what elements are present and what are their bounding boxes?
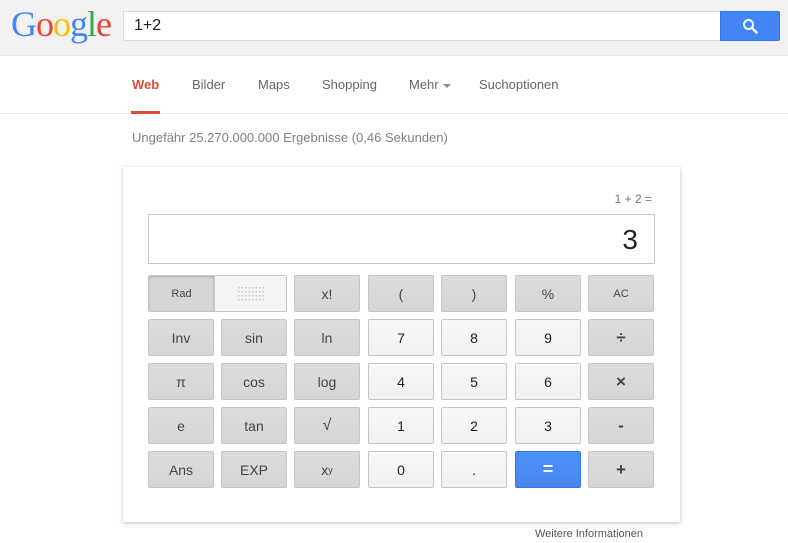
- tab-mehr-label: Mehr: [409, 77, 439, 92]
- results-count: Ungefähr 25.270.000.000 Ergebnisse (0,46…: [132, 130, 448, 145]
- tab-shopping[interactable]: Shopping: [322, 77, 377, 92]
- all-clear-button[interactable]: AC: [588, 275, 654, 312]
- euler-button[interactable]: e: [148, 407, 214, 444]
- log-button[interactable]: log: [294, 363, 360, 400]
- tan-button[interactable]: tan: [221, 407, 287, 444]
- plus-button[interactable]: +: [588, 451, 654, 488]
- tab-maps[interactable]: Maps: [258, 77, 290, 92]
- search-input[interactable]: 1+2: [123, 11, 721, 41]
- power-button[interactable]: xy: [294, 451, 360, 488]
- pi-button[interactable]: π: [148, 363, 214, 400]
- tab-suchoptionen[interactable]: Suchoptionen: [479, 77, 559, 92]
- factorial-button[interactable]: x!: [294, 275, 360, 312]
- power-exponent: y: [328, 464, 333, 475]
- open-paren-button[interactable]: (: [368, 275, 434, 312]
- tab-web[interactable]: Web: [132, 77, 159, 92]
- chevron-down-icon: [442, 83, 451, 88]
- rad-deg-toggle[interactable]: Rad: [148, 275, 287, 312]
- active-tab-indicator: [131, 111, 160, 114]
- digit-0-button[interactable]: 0: [368, 451, 434, 488]
- multiply-button[interactable]: ×: [588, 363, 654, 400]
- digit-2-button[interactable]: 2: [441, 407, 507, 444]
- digit-7-button[interactable]: 7: [368, 319, 434, 356]
- power-base: x: [321, 461, 329, 478]
- divide-button[interactable]: ÷: [588, 319, 654, 356]
- ans-button[interactable]: Ans: [148, 451, 214, 488]
- search-button[interactable]: [720, 11, 780, 41]
- digit-4-button[interactable]: 4: [368, 363, 434, 400]
- tab-mehr[interactable]: Mehr: [409, 77, 451, 92]
- dotted-grid-icon: [237, 286, 264, 300]
- close-paren-button[interactable]: ): [441, 275, 507, 312]
- cos-button[interactable]: cos: [221, 363, 287, 400]
- search-icon: [743, 19, 758, 34]
- digit-8-button[interactable]: 8: [441, 319, 507, 356]
- sqrt-button[interactable]: √: [294, 407, 360, 444]
- deg-button[interactable]: [215, 276, 286, 311]
- header-bar: Google 1+2: [0, 0, 788, 56]
- digit-3-button[interactable]: 3: [515, 407, 581, 444]
- decimal-button[interactable]: .: [441, 451, 507, 488]
- percent-button[interactable]: %: [515, 275, 581, 312]
- calculator-card: 1 + 2 = 3 Rad x! ( ) % AC Inv sin ln 7 8…: [123, 167, 680, 522]
- more-info-link[interactable]: Weitere Informationen: [535, 528, 643, 540]
- nav-bar: Web Bilder Maps Shopping Mehr Suchoption…: [0, 56, 788, 114]
- google-logo[interactable]: Google: [11, 4, 112, 44]
- calculator-expression: 1 + 2 =: [614, 192, 652, 206]
- tab-bilder[interactable]: Bilder: [192, 77, 225, 92]
- rad-button[interactable]: Rad: [149, 276, 215, 311]
- digit-9-button[interactable]: 9: [515, 319, 581, 356]
- digit-6-button[interactable]: 6: [515, 363, 581, 400]
- digit-5-button[interactable]: 5: [441, 363, 507, 400]
- sin-button[interactable]: sin: [221, 319, 287, 356]
- calculator-display: 3: [148, 214, 655, 264]
- minus-button[interactable]: -: [588, 407, 654, 444]
- ln-button[interactable]: ln: [294, 319, 360, 356]
- digit-1-button[interactable]: 1: [368, 407, 434, 444]
- equals-button[interactable]: =: [515, 451, 581, 488]
- inverse-button[interactable]: Inv: [148, 319, 214, 356]
- exp-button[interactable]: EXP: [221, 451, 287, 488]
